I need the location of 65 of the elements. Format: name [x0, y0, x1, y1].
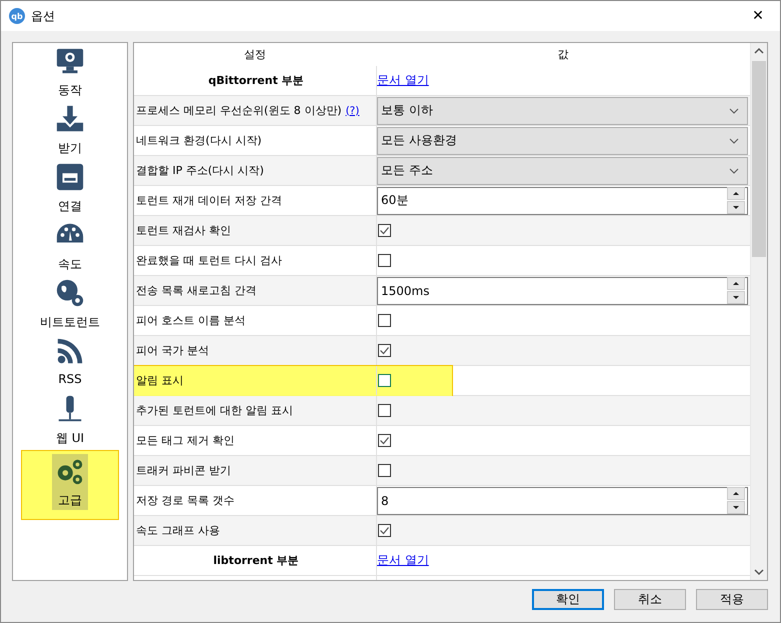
sidebar-item[interactable]: 웹 UI [52, 392, 88, 450]
docs-link[interactable]: 문서 열기 [377, 552, 429, 569]
setting-label: 추가된 토런트에 대한 알림 표시 [135, 403, 293, 418]
setting-label: 트래커 파비콘 받기 [135, 463, 231, 478]
column-header: 값 [556, 47, 570, 62]
chevron-down-icon [729, 108, 739, 114]
download-icon [55, 104, 85, 134]
setting-label: 결합할 IP 주소(다시 시작) [135, 163, 264, 178]
scrollbar[interactable] [750, 43, 767, 580]
checkbox[interactable] [378, 344, 391, 357]
sidebar-item[interactable]: 속도 [52, 218, 88, 276]
checkbox[interactable] [378, 254, 391, 267]
setting-label: 토런트 재개 데이터 저장 간격 [135, 193, 282, 208]
checkbox[interactable] [378, 524, 391, 537]
spin-down-icon[interactable] [727, 501, 745, 514]
chevron-down-icon [729, 168, 739, 174]
monitor-gear-icon [55, 46, 85, 76]
setting-label: 피어 호스트 이름 분석 [135, 313, 246, 328]
spin-box[interactable]: 60분 [377, 186, 748, 214]
app-icon: qb [9, 8, 25, 24]
spin-down-icon[interactable] [727, 291, 745, 304]
network-port-icon [55, 162, 85, 192]
setting-label: 속도 그래프 사용 [135, 523, 220, 538]
dropdown[interactable]: 모든 주소 [377, 156, 748, 184]
setting-label: 모든 태그 제거 확인 [135, 433, 234, 448]
column-header: 설정 [243, 47, 267, 62]
dropdown[interactable]: 보통 이하 [377, 96, 748, 124]
close-button[interactable]: ✕ [736, 8, 780, 24]
docs-link[interactable]: 문서 열기 [377, 72, 429, 89]
setting-label: 토런트 재검사 확인 [135, 223, 231, 238]
sidebar-item[interactable]: 동작 [52, 44, 88, 102]
dialog-button[interactable]: 적용 [696, 589, 768, 610]
setting-label: 전송 목록 새로고침 간격 [135, 283, 256, 298]
checkbox[interactable] [378, 314, 391, 327]
setting-label: qBittorrent 부분 [207, 73, 304, 88]
setting-label: 네트워크 환경(다시 시작) [135, 133, 262, 148]
sidebar-item[interactable]: 연결 [52, 160, 88, 218]
setting-label: 완료했을 때 토런트 다시 검사 [135, 253, 282, 268]
setting-label: 알림 표시 [135, 373, 184, 388]
setting-label: 프로세스 메모리 우선순위(윈도 8 이상만) [135, 103, 342, 118]
dialog-button[interactable]: 확인 [532, 589, 604, 610]
spin-box[interactable]: 1500ms [377, 276, 748, 304]
spin-up-icon[interactable] [727, 187, 745, 200]
setting-label: libtorrent 부분 [212, 553, 299, 568]
dropdown[interactable]: 모든 사용환경 [377, 126, 748, 154]
spin-down-icon[interactable] [727, 201, 745, 214]
spin-up-icon[interactable] [727, 277, 745, 290]
sidebar-item[interactable]: 고급 [52, 454, 88, 510]
spin-up-icon[interactable] [727, 487, 745, 500]
dialog-button[interactable]: 취소 [614, 589, 686, 610]
checkbox[interactable] [378, 374, 391, 387]
setting-label: 피어 국가 분석 [135, 343, 209, 358]
checkbox[interactable] [378, 404, 391, 417]
rss-icon [55, 336, 85, 366]
setting-label: 저장 경로 목록 갯수 [135, 493, 234, 508]
checkbox[interactable] [378, 434, 391, 447]
help-link[interactable]: (?) [346, 104, 360, 116]
chevron-down-icon [729, 138, 739, 144]
checkbox[interactable] [378, 464, 391, 477]
sidebar-item[interactable]: 비트토런트 [37, 276, 103, 334]
spin-box[interactable]: 8 [377, 486, 748, 514]
window-title: 옵션 [31, 8, 55, 24]
sidebar-item[interactable]: RSS [52, 334, 88, 392]
sidebar-item[interactable]: 받기 [52, 102, 88, 160]
checkbox[interactable] [378, 224, 391, 237]
